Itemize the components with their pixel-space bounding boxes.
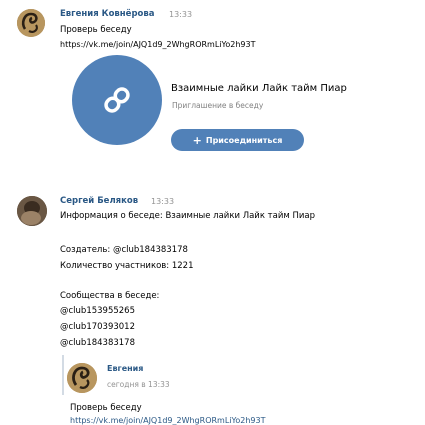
forward-bar bbox=[62, 355, 64, 395]
chat-invite-avatar[interactable] bbox=[72, 55, 162, 145]
forwarded-link[interactable]: https://vk.me/join/AJQ1d9_2WhgRORmLiYo2h… bbox=[70, 416, 265, 425]
creator-line: Создатель: @club184383178 bbox=[60, 245, 188, 255]
members-count: Количество участников: 1221 bbox=[60, 261, 194, 271]
avatar[interactable] bbox=[17, 196, 47, 226]
join-button[interactable]: + Присоединиться bbox=[171, 129, 304, 151]
join-button-label: Присоединиться bbox=[205, 135, 283, 145]
chat-subtitle: Приглашение в беседу bbox=[172, 101, 264, 110]
avatar-image-icon bbox=[17, 9, 45, 37]
avatar-image-icon bbox=[17, 196, 47, 226]
forwarded-author[interactable]: Евгения bbox=[107, 364, 143, 373]
avatar[interactable] bbox=[17, 9, 45, 37]
plus-icon: + bbox=[192, 133, 202, 147]
message-link[interactable]: https://vk.me/join/AJQ1d9_2WhgRORmLiYo2h… bbox=[60, 40, 255, 49]
communities-title: Сообщества в беседе: bbox=[60, 291, 160, 301]
chat-info-text: Информация о беседе: Взаимные лайки Лайк… bbox=[60, 211, 315, 221]
creator-label: Создатель: bbox=[60, 245, 111, 255]
creator-link[interactable]: @club184383178 bbox=[113, 245, 188, 255]
author-name[interactable]: Сергей Беляков bbox=[60, 196, 138, 206]
message-time[interactable]: 13:33 bbox=[169, 10, 192, 19]
chat-title[interactable]: Взаимные лайки Лайк тайм Пиар bbox=[171, 83, 347, 94]
avatar-image-icon bbox=[67, 363, 97, 393]
community-link[interactable]: @club184383178 bbox=[60, 338, 135, 348]
message-time[interactable]: 13:33 bbox=[151, 197, 174, 206]
forwarded-text: Проверь беседу bbox=[70, 403, 142, 413]
avatar[interactable] bbox=[67, 363, 97, 393]
community-link[interactable]: @club153955265 bbox=[60, 306, 135, 316]
forwarded-time[interactable]: сегодня в 13:33 bbox=[107, 380, 170, 389]
community-link[interactable]: @club170393012 bbox=[60, 322, 135, 332]
author-name[interactable]: Евгения Ковнёрова bbox=[60, 9, 154, 19]
message-text: Проверь беседу bbox=[60, 25, 132, 35]
link-icon bbox=[104, 87, 130, 113]
